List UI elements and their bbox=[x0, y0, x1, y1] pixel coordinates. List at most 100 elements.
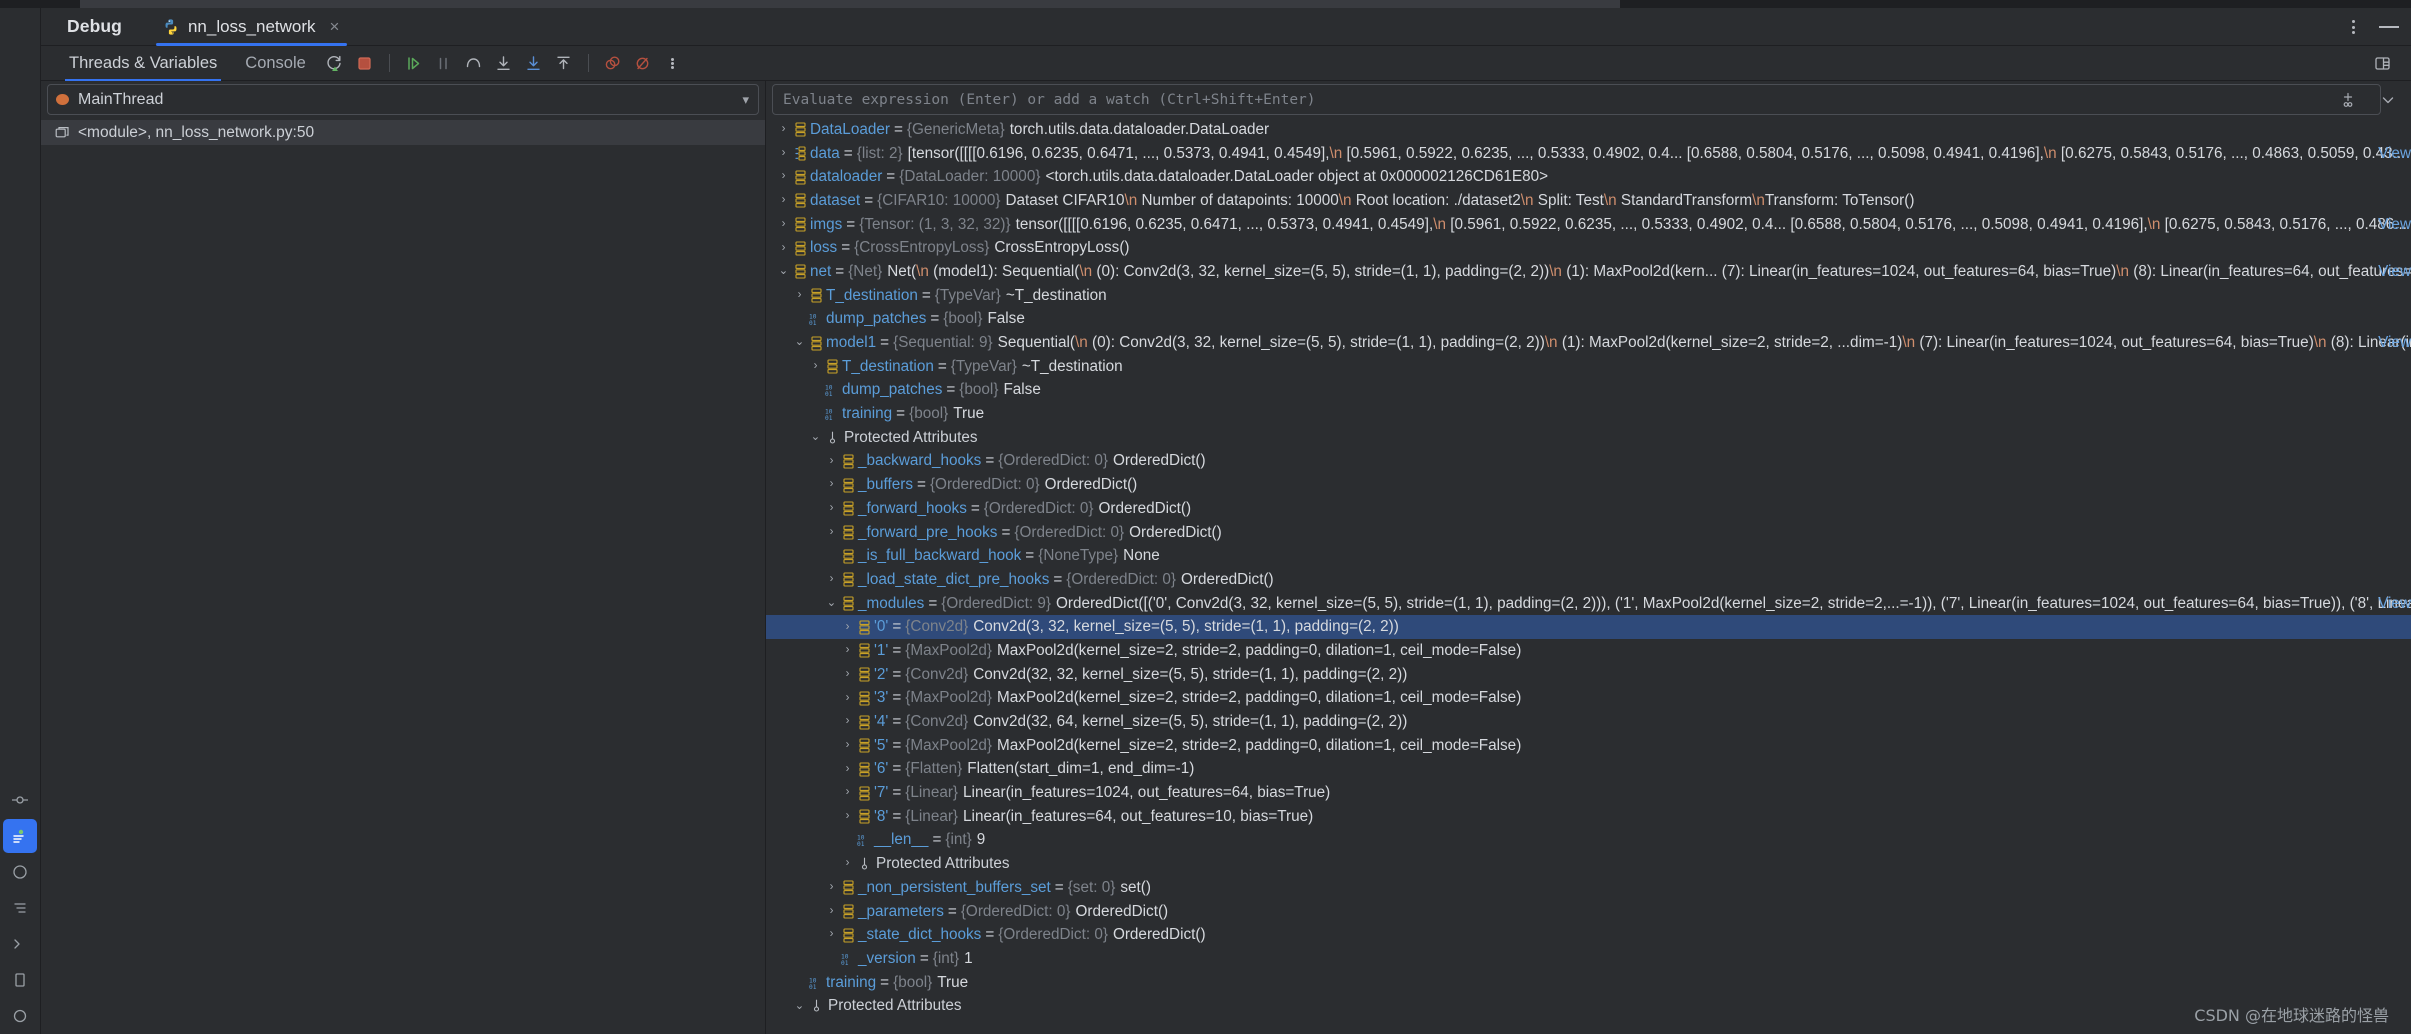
variable-row[interactable]: › dataloader = {DataLoader: 10000} <torch.ut… bbox=[766, 165, 2411, 189]
tab-threads-and-variables[interactable]: Threads & Variables bbox=[55, 46, 231, 81]
chevron-right-icon[interactable]: › bbox=[824, 526, 839, 539]
variable-row[interactable]: 10 01 __len__ = {int} 9 bbox=[766, 829, 2411, 853]
tab-console[interactable]: Console bbox=[231, 46, 320, 81]
layout-settings-icon[interactable] bbox=[2367, 50, 2397, 78]
chevron-right-icon[interactable]: › bbox=[840, 621, 855, 634]
variable-row[interactable]: 10 01 _version = {int} 1 bbox=[766, 947, 2411, 971]
minimize-icon[interactable] bbox=[2379, 26, 2399, 28]
debug-session-tab[interactable]: nn_loss_network × bbox=[148, 8, 352, 46]
variable-row[interactable]: 10 01 dump_patches = {bool} False bbox=[766, 379, 2411, 403]
chevron-right-icon[interactable]: › bbox=[776, 242, 791, 255]
chevron-down-icon[interactable]: ⌄ bbox=[824, 597, 839, 610]
variable-row[interactable]: ⌄ net = {Net} Net(\n (model1): Sequential(\n… bbox=[766, 260, 2411, 284]
add-watch-icon[interactable] bbox=[2333, 86, 2363, 114]
variable-row[interactable]: 10 01 dump_patches = {bool} False bbox=[766, 308, 2411, 332]
variable-row[interactable]: › dataset = {CIFAR10: 10000} Dataset CIFAR10… bbox=[766, 189, 2411, 213]
variable-group-row[interactable]: ⌄ Protected Attributes bbox=[766, 994, 2411, 1018]
chevron-right-icon[interactable]: › bbox=[776, 147, 791, 160]
variable-row[interactable]: › loss = {CrossEntropyLoss} CrossEntropyLoss… bbox=[766, 236, 2411, 260]
chevron-down-icon[interactable]: ⌄ bbox=[792, 337, 807, 349]
variable-row[interactable]: › _forward_hooks = {OrderedDict: 0} OrderedD… bbox=[766, 497, 2411, 521]
chevron-right-icon[interactable]: › bbox=[776, 171, 791, 183]
variable-row[interactable]: › DataLoader = {GenericMeta} torch.utils.dat… bbox=[766, 118, 2411, 142]
variable-row[interactable]: › _non_persistent_buffers_set = {set: 0} set… bbox=[766, 876, 2411, 900]
rail-item-problems[interactable] bbox=[3, 855, 37, 889]
rail-item-terminal[interactable] bbox=[3, 927, 37, 961]
chevron-right-icon[interactable]: › bbox=[840, 716, 855, 728]
chevron-down-icon[interactable]: ▾ bbox=[742, 92, 749, 108]
variable-row[interactable]: ⌄ _modules = {OrderedDict: 9} OrderedDict([(… bbox=[766, 592, 2411, 616]
step-out-icon[interactable] bbox=[549, 49, 579, 77]
chevron-right-icon[interactable]: › bbox=[776, 218, 791, 231]
chevron-right-icon[interactable]: › bbox=[840, 858, 855, 870]
chevron-down-icon[interactable]: ⌄ bbox=[776, 266, 791, 278]
pause-icon[interactable] bbox=[429, 49, 459, 77]
more-options-icon[interactable] bbox=[2345, 18, 2361, 36]
variable-row[interactable]: › T_destination = {TypeVar} ~T_destination bbox=[766, 284, 2411, 308]
chevron-up-icon[interactable] bbox=[2373, 86, 2403, 114]
chevron-right-icon[interactable]: › bbox=[840, 763, 855, 776]
variable-row[interactable]: 10 01 training = {bool} True bbox=[766, 402, 2411, 426]
view-link[interactable]: View bbox=[2378, 213, 2411, 237]
variable-row[interactable]: › _forward_pre_hooks = {OrderedDict: 0} Orde… bbox=[766, 521, 2411, 545]
rail-item-debug[interactable] bbox=[3, 819, 37, 853]
step-into-icon[interactable] bbox=[489, 49, 519, 77]
chevron-right-icon[interactable]: › bbox=[840, 645, 855, 657]
chevron-right-icon[interactable]: › bbox=[808, 360, 823, 373]
mute-breakpoints-icon[interactable] bbox=[598, 49, 628, 77]
variable-row[interactable]: › _state_dict_hooks = {OrderedDict: 0} Order… bbox=[766, 923, 2411, 947]
chevron-right-icon[interactable]: › bbox=[824, 503, 839, 515]
variable-row[interactable]: › '7' = {Linear} Linear(in_features=1024, ou… bbox=[766, 781, 2411, 805]
resume-icon[interactable] bbox=[399, 49, 429, 77]
variable-group-row[interactable]: ⌄ Protected Attributes bbox=[766, 426, 2411, 450]
toolbar-more-options-icon[interactable] bbox=[658, 49, 688, 77]
rail-item-commit[interactable] bbox=[3, 783, 37, 817]
rail-item-services[interactable] bbox=[3, 999, 37, 1033]
variable-row[interactable]: › '8' = {Linear} Linear(in_features=64, out_… bbox=[766, 805, 2411, 829]
view-breakpoints-icon[interactable] bbox=[628, 49, 658, 77]
chevron-right-icon[interactable]: › bbox=[824, 479, 839, 491]
view-link[interactable]: View bbox=[2378, 331, 2411, 355]
variable-row[interactable]: › '3' = {MaxPool2d} MaxPool2d(kernel_size=2,… bbox=[766, 687, 2411, 711]
rail-item-notifications[interactable] bbox=[3, 963, 37, 997]
stop-icon[interactable] bbox=[350, 49, 380, 77]
view-link[interactable]: View bbox=[2378, 260, 2411, 284]
chevron-right-icon[interactable]: › bbox=[776, 124, 791, 136]
variable-row[interactable]: › _load_state_dict_pre_hooks = {OrderedDict… bbox=[766, 568, 2411, 592]
chevron-right-icon[interactable]: › bbox=[840, 811, 855, 823]
chevron-right-icon[interactable]: › bbox=[824, 882, 839, 894]
force-step-into-icon[interactable] bbox=[519, 49, 549, 77]
close-icon[interactable]: × bbox=[324, 17, 340, 37]
thread-selector[interactable]: MainThread ▾ bbox=[47, 84, 759, 115]
chevron-right-icon[interactable]: › bbox=[840, 787, 855, 799]
stack-frame-row[interactable]: <module>, nn_loss_network.py:50 bbox=[41, 120, 765, 145]
variable-row[interactable]: › _backward_hooks = {OrderedDict: 0} Ordered… bbox=[766, 450, 2411, 474]
variable-row[interactable]: › '0' = {Conv2d} Conv2d(3, 32, kernel_size=(… bbox=[766, 615, 2411, 640]
rerun-icon[interactable] bbox=[320, 49, 350, 77]
variable-row[interactable]: 10 01 training = {bool} True bbox=[766, 971, 2411, 995]
step-over-icon[interactable] bbox=[459, 49, 489, 77]
variable-row[interactable]: › data = {list: 2} [tensor([[[[0.6196, 0.623… bbox=[766, 142, 2411, 166]
chevron-right-icon[interactable]: › bbox=[840, 692, 855, 705]
variable-row[interactable]: › '6' = {Flatten} Flatten(start_dim=1, end_d… bbox=[766, 758, 2411, 782]
chevron-down-icon[interactable]: ⌄ bbox=[792, 1000, 807, 1013]
view-link[interactable]: View bbox=[2378, 142, 2411, 166]
evaluate-expression-input[interactable]: Evaluate expression (Enter) or add a wat… bbox=[772, 84, 2381, 115]
variable-row[interactable]: › _buffers = {OrderedDict: 0} OrderedDict() bbox=[766, 473, 2411, 497]
chevron-right-icon[interactable]: › bbox=[840, 668, 855, 681]
variables-tree[interactable]: › DataLoader = {GenericMeta} torch.utils.dat… bbox=[766, 115, 2411, 1034]
chevron-right-icon[interactable]: › bbox=[824, 929, 839, 941]
variable-row[interactable]: › '1' = {MaxPool2d} MaxPool2d(kernel_size=2,… bbox=[766, 639, 2411, 663]
view-link[interactable]: View bbox=[2378, 592, 2411, 616]
variable-row[interactable]: › '4' = {Conv2d} Conv2d(32, 64, kernel_size=… bbox=[766, 710, 2411, 734]
chevron-right-icon[interactable]: › bbox=[840, 739, 855, 752]
chevron-right-icon[interactable]: › bbox=[824, 455, 839, 468]
variable-row[interactable]: ⌄ model1 = {Sequential: 9} Sequential(\n (0)… bbox=[766, 331, 2411, 355]
chevron-right-icon[interactable]: › bbox=[792, 289, 807, 302]
variable-row[interactable]: › _parameters = {OrderedDict: 0} OrderedDict… bbox=[766, 900, 2411, 924]
variable-row[interactable]: › '2' = {Conv2d} Conv2d(32, 32, kernel_size=… bbox=[766, 663, 2411, 687]
rail-item-structure[interactable] bbox=[3, 891, 37, 925]
variable-group-row[interactable]: › Protected Attributes bbox=[766, 852, 2411, 876]
chevron-right-icon[interactable]: › bbox=[776, 195, 791, 207]
chevron-down-icon[interactable]: ⌄ bbox=[808, 432, 823, 444]
